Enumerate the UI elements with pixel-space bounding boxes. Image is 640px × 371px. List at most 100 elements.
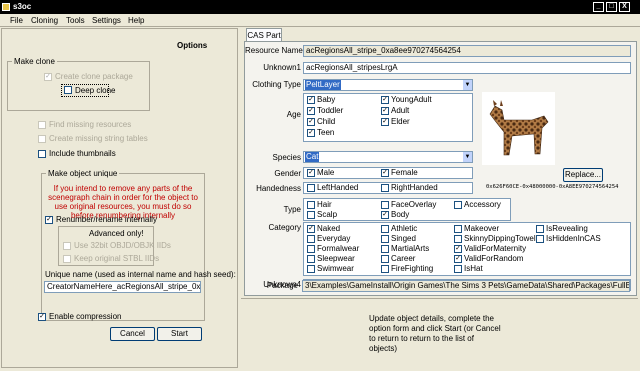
cat-naked-checkbox[interactable]: ✓	[307, 225, 315, 233]
gender-male-checkbox[interactable]: ✓	[307, 169, 315, 177]
cat-skinnydipping-checkbox[interactable]	[454, 235, 462, 243]
clothing-type-label: Clothing Type	[252, 80, 301, 89]
menu-help[interactable]: Help	[128, 16, 144, 25]
cat-swimwear-checkbox[interactable]	[307, 265, 315, 273]
age-baby: Baby	[317, 95, 336, 104]
clothing-type-value: PeltLayer	[305, 80, 341, 90]
chevron-down-icon[interactable]: ▼	[463, 80, 472, 90]
age-teen: Teen	[317, 128, 335, 137]
gender-female-checkbox[interactable]: ✓	[381, 169, 389, 177]
menu-tools[interactable]: Tools	[66, 16, 85, 25]
clothing-type-select[interactable]: PeltLayer ▼	[303, 79, 473, 91]
age-elder-checkbox[interactable]: ✓	[381, 118, 389, 126]
type-scalp: Scalp	[317, 210, 338, 219]
age-adult-checkbox[interactable]: ✓	[381, 107, 389, 115]
unique-name-field[interactable]: CreatorNameHere_acRegionsAll_stripe_0xa8…	[44, 281, 201, 293]
create-missing-stbl-checkbox[interactable]	[38, 135, 46, 143]
find-missing-checkbox[interactable]	[38, 121, 46, 129]
cat-sleepwear-checkbox[interactable]	[307, 255, 315, 263]
create-clone-package-checkbox[interactable]: ✓	[44, 73, 52, 81]
gender-male: Male	[317, 168, 335, 177]
replace-button[interactable]: Replace...	[563, 168, 603, 182]
right-handed-checkbox[interactable]	[381, 184, 389, 192]
type-accessory-checkbox[interactable]	[454, 201, 462, 209]
chevron-down-icon[interactable]: ▼	[463, 152, 472, 162]
renumber-checkbox[interactable]: ✓	[45, 216, 53, 224]
gender-list: ✓ Male ✓ Female	[303, 167, 473, 179]
cat-ishiddenincas-checkbox[interactable]	[536, 235, 544, 243]
menu-settings[interactable]: Settings	[92, 16, 121, 25]
tab-cas-part[interactable]: CAS Part	[246, 28, 282, 42]
age-youngadult-checkbox[interactable]: ✓	[381, 96, 389, 104]
maximize-button[interactable]: □	[606, 2, 617, 12]
cat-career-checkbox[interactable]	[381, 255, 389, 263]
enable-compression-checkbox[interactable]: ✓	[38, 313, 46, 321]
menu-file[interactable]: File	[10, 16, 23, 25]
cat-athletic-checkbox[interactable]	[381, 225, 389, 233]
species-value: Cat	[305, 152, 320, 162]
unknown1-field[interactable]: acRegionsAll_stripesLrgA	[303, 62, 631, 74]
handedness-label: Handedness	[256, 184, 301, 193]
type-hair-checkbox[interactable]	[307, 201, 315, 209]
cat-everyday-checkbox[interactable]	[307, 235, 315, 243]
age-adult: Adult	[391, 106, 410, 115]
cat-athletic: Athletic	[391, 224, 418, 233]
deep-clone-checkbox[interactable]	[64, 86, 72, 94]
cat-singed: Singed	[391, 234, 416, 243]
age-toddler-checkbox[interactable]: ✓	[307, 107, 315, 115]
thumbnail-resource-id: 0x626F60CE-0x48000000-0xA8EE970274564254	[486, 184, 619, 190]
age-teen-checkbox[interactable]: ✓	[307, 129, 315, 137]
species-label: Species	[272, 153, 301, 162]
cat-validforrandom-checkbox[interactable]: ✓	[454, 255, 462, 263]
cat-singed-checkbox[interactable]	[381, 235, 389, 243]
type-body-checkbox[interactable]: ✓	[381, 211, 389, 219]
keep-stbl-label: Keep original STBL IIDs	[74, 254, 160, 263]
age-baby-checkbox[interactable]: ✓	[307, 96, 315, 104]
cas-tab-page: Resource Name acRegionsAll_stripe_0xa8ee…	[244, 41, 637, 296]
cancel-button[interactable]: Cancel	[110, 327, 155, 341]
cat-firefighting-checkbox[interactable]	[381, 265, 389, 273]
cat-ishiddenincas: IsHiddenInCAS	[546, 234, 601, 243]
make-unique-label: Make object unique	[46, 169, 120, 178]
cat-ishat-checkbox[interactable]	[454, 265, 462, 273]
cas-panel: CAS Part Resource Name acRegionsAll_stri…	[241, 28, 638, 368]
make-clone-label: Make clone	[12, 57, 57, 66]
type-faceoverlay: FaceOverlay	[391, 200, 437, 209]
type-scalp-checkbox[interactable]	[307, 211, 315, 219]
cat-career: Career	[391, 254, 416, 263]
type-faceoverlay-checkbox[interactable]	[381, 201, 389, 209]
age-elder: Elder	[391, 117, 410, 126]
cat-martialarts-checkbox[interactable]	[381, 245, 389, 253]
options-panel: Options Make clone ✓ Create clone packag…	[1, 28, 238, 368]
cat-makeover-checkbox[interactable]	[454, 225, 462, 233]
age-list: ✓ Baby ✓ Toddler ✓ Child ✓ Teen ✓ YoungAdult …	[303, 93, 473, 142]
cat-makeover: Makeover	[464, 224, 500, 233]
create-missing-stbl-label: Create missing string tables	[49, 134, 148, 143]
cat-martialarts: MartialArts	[391, 244, 430, 253]
cat-sleepwear: Sleepwear	[317, 254, 355, 263]
renumber-label: Renumber/rename internally	[56, 215, 157, 224]
cat-everyday: Everyday	[317, 234, 351, 243]
title-bar: s3oc _ □ X	[0, 0, 640, 14]
minimize-button[interactable]: _	[593, 2, 604, 12]
start-button[interactable]: Start	[157, 327, 202, 341]
cat-isrevealing-checkbox[interactable]	[536, 225, 544, 233]
resource-name-field: acRegionsAll_stripe_0xa8ee970274564254	[303, 45, 631, 57]
age-label: Age	[286, 110, 301, 119]
use32-checkbox[interactable]	[63, 242, 71, 250]
gender-female: Female	[391, 168, 418, 177]
age-youngadult: YoungAdult	[391, 95, 432, 104]
keep-stbl-checkbox[interactable]	[63, 255, 71, 263]
cat-validformaternity: ValidForMaternity	[464, 244, 527, 253]
menu-cloning[interactable]: Cloning	[31, 16, 58, 25]
cat-formalwear-checkbox[interactable]	[307, 245, 315, 253]
close-button[interactable]: X	[619, 2, 630, 12]
cat-validformaternity-checkbox[interactable]: ✓	[454, 245, 462, 253]
age-child-checkbox[interactable]: ✓	[307, 118, 315, 126]
handedness-list: LeftHanded RightHanded	[303, 182, 473, 194]
left-handed-checkbox[interactable]	[307, 184, 315, 192]
include-thumbnails-checkbox[interactable]	[38, 150, 46, 158]
age-child: Child	[317, 117, 336, 126]
species-select[interactable]: Cat ▼	[303, 151, 473, 163]
cat-validforrandom: ValidForRandom	[464, 254, 524, 263]
